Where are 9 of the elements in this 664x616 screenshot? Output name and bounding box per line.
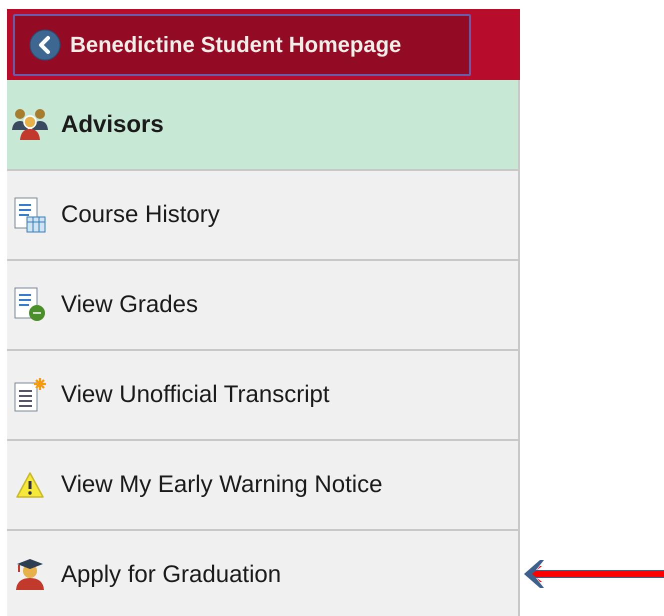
graduate-icon	[14, 557, 46, 593]
grade-document-icon	[14, 287, 46, 323]
new-document-icon	[14, 377, 46, 413]
people-icon	[12, 108, 48, 142]
warning-icon	[15, 471, 45, 499]
back-icon	[29, 28, 61, 60]
calendar-document-icon	[14, 197, 46, 233]
back-button[interactable]: Benedictine Student Homepage	[13, 14, 471, 76]
nav-item[interactable]: Advisors	[7, 80, 518, 171]
